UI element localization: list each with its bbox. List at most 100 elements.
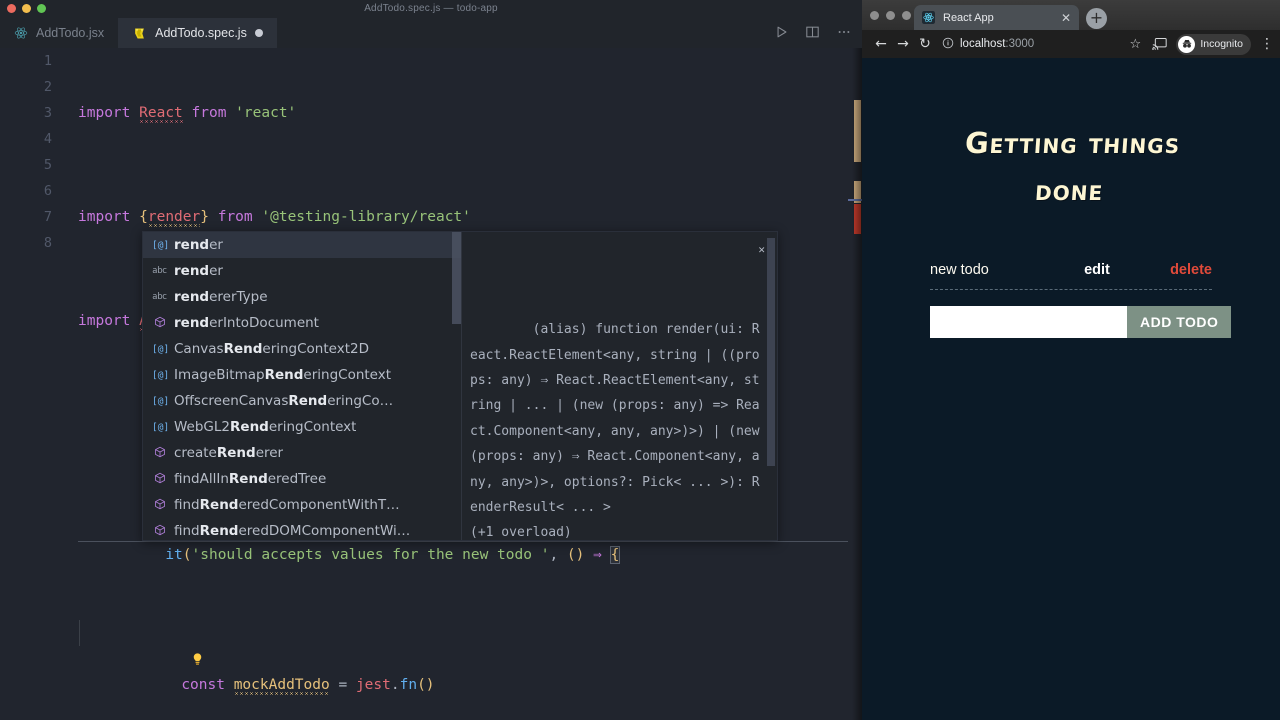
- text-icon: abc: [152, 266, 167, 276]
- autocomplete-item[interactable]: abc rendererType: [143, 284, 461, 310]
- autocomplete-item[interactable]: [@] WebGL2RenderingContext: [143, 414, 461, 440]
- info-icon[interactable]: [942, 37, 954, 52]
- delete-todo-button[interactable]: delete: [1170, 262, 1212, 278]
- edit-todo-button[interactable]: edit: [1084, 262, 1170, 278]
- code-line-1: import React from 'react': [78, 100, 862, 126]
- autocomplete-item[interactable]: abc render: [143, 258, 461, 284]
- arrow-fn-args: (): [566, 547, 594, 563]
- play-icon[interactable]: [775, 24, 789, 43]
- ident-mockaddtodo: mockAddTodo: [233, 677, 330, 693]
- autocomplete-widget[interactable]: [@] render abc render abc rendererType r…: [142, 231, 778, 541]
- incognito-indicator[interactable]: Incognito: [1176, 33, 1251, 55]
- browser-traffic-lights[interactable]: [870, 11, 911, 20]
- new-tab-button[interactable]: +: [1086, 8, 1107, 29]
- line-number: 8: [43, 235, 52, 251]
- split-editor-icon[interactable]: [805, 24, 820, 43]
- autocomplete-item[interactable]: [@] OffscreenCanvasRenderingCo…: [143, 388, 461, 414]
- autocomplete-item-label: CanvasRenderingContext2D: [174, 341, 369, 357]
- editor-tab-actions: [775, 18, 852, 48]
- screen: AddTodo.spec.js — todo-app AddTodo.jsx A…: [0, 0, 1280, 720]
- autocomplete-item[interactable]: findRenderedDOMComponentWi…: [143, 518, 461, 540]
- browser-maximize-button[interactable]: [902, 11, 911, 20]
- call-parens: (): [417, 677, 435, 693]
- browser-close-button[interactable]: [870, 11, 879, 20]
- kw-from: from: [191, 105, 227, 121]
- web-page-viewport: Getting things done new todo edit delete…: [862, 58, 1280, 720]
- interface-icon: [@]: [152, 343, 170, 355]
- autocomplete-item[interactable]: renderIntoDocument: [143, 310, 461, 336]
- interface-icon: [@]: [152, 239, 170, 251]
- close-icon[interactable]: ✕: [758, 237, 765, 262]
- module-icon: [152, 498, 167, 513]
- new-todo-input[interactable]: [930, 306, 1127, 338]
- autocomplete-item[interactable]: [@] render: [143, 232, 461, 258]
- autocomplete-item-label: findRenderedDOMComponentWi…: [174, 523, 411, 539]
- unsaved-changes-indicator[interactable]: [254, 29, 263, 37]
- interface-icon: [@]: [152, 421, 170, 433]
- todo-list-item: new todo edit delete: [930, 262, 1212, 290]
- address-bar[interactable]: localhost:3000: [942, 37, 1127, 52]
- code-line-6: const mockAddTodo = jest.fn(): [78, 620, 862, 693]
- editor-tab-label: AddTodo.jsx: [36, 26, 105, 40]
- interface-icon: [@]: [152, 395, 170, 407]
- brace-open: {: [139, 209, 148, 225]
- module-icon: [152, 446, 167, 461]
- url-host: localhost: [960, 38, 1006, 50]
- line-number: 2: [43, 79, 52, 95]
- autocomplete-scrollbar[interactable]: [452, 232, 461, 324]
- react-icon: [14, 26, 28, 40]
- text-icon: abc: [152, 292, 167, 302]
- browser-menu-icon[interactable]: ⋮: [1260, 36, 1274, 52]
- kw-import: import: [78, 313, 131, 329]
- ellipsis-icon[interactable]: [836, 24, 852, 43]
- incognito-icon: [1178, 35, 1196, 53]
- react-icon: [922, 10, 936, 25]
- code-editor-window: AddTodo.spec.js — todo-app AddTodo.jsx A…: [0, 0, 862, 720]
- dot: .: [390, 677, 400, 693]
- browser-minimize-button[interactable]: [886, 11, 895, 20]
- browser-toolbar: ← → ↻ localhost:3000 ☆ Incognito ⋮: [862, 30, 1280, 58]
- back-icon[interactable]: ←: [870, 36, 892, 52]
- add-todo-button[interactable]: ADD TODO: [1127, 306, 1232, 338]
- autocomplete-item[interactable]: [@] CanvasRenderingContext2D: [143, 336, 461, 362]
- autocomplete-item-label: OffscreenCanvasRenderingCo…: [174, 393, 394, 409]
- autocomplete-item[interactable]: createRenderer: [143, 440, 461, 466]
- autocomplete-item[interactable]: findAllInRenderedTree: [143, 466, 461, 492]
- add-todo-form: ADD TODO: [930, 306, 1232, 338]
- autocomplete-list[interactable]: [@] render abc render abc rendererType r…: [143, 232, 461, 540]
- close-icon[interactable]: ✕: [1061, 12, 1071, 24]
- method-fn: fn: [399, 677, 418, 693]
- editor-tabbar: AddTodo.jsx AddTodo.spec.js: [0, 18, 862, 48]
- reload-icon[interactable]: ↻: [914, 36, 936, 52]
- autocomplete-item[interactable]: [@] ImageBitmapRenderingContext: [143, 362, 461, 388]
- forward-icon[interactable]: →: [892, 36, 914, 52]
- url-port: :3000: [1005, 38, 1035, 50]
- browser-tab-label: React App: [943, 11, 994, 24]
- module-icon: [152, 524, 167, 539]
- line-number: 4: [43, 131, 52, 147]
- autocomplete-item-label: WebGL2RenderingContext: [174, 419, 357, 435]
- documentation-scrollbar[interactable]: [767, 238, 775, 466]
- browser-tab-react-app[interactable]: React App ✕: [914, 5, 1079, 30]
- fn-it: it: [165, 547, 183, 563]
- autocomplete-documentation-panel: ✕ (alias) function render(ui: React.Reac…: [461, 232, 777, 540]
- url-text: localhost:3000: [960, 38, 1034, 50]
- autocomplete-item[interactable]: findRenderedComponentWithT…: [143, 492, 461, 518]
- incognito-label: Incognito: [1200, 38, 1243, 50]
- code-line-2: import {render} from '@testing-library/r…: [78, 204, 862, 230]
- editor-titlebar: AddTodo.spec.js — todo-app: [0, 0, 862, 18]
- todo-app: Getting things done new todo edit delete…: [862, 120, 1280, 338]
- autocomplete-item-label: renderIntoDocument: [174, 315, 319, 331]
- editor-tab-addtodo-jsx[interactable]: AddTodo.jsx: [0, 18, 119, 48]
- cast-icon[interactable]: [1152, 35, 1168, 54]
- bookmark-star-icon[interactable]: ☆: [1127, 37, 1143, 52]
- string-testing-library: '@testing-library/react': [261, 209, 471, 225]
- line-number: 5: [43, 157, 52, 173]
- brace-open-matched: {: [609, 546, 621, 564]
- quick-fix-lightbulb-icon[interactable]: [86, 624, 202, 665]
- editor-tab-addtodo-spec-js[interactable]: AddTodo.spec.js: [118, 18, 277, 48]
- autocomplete-item-label: render: [174, 263, 223, 279]
